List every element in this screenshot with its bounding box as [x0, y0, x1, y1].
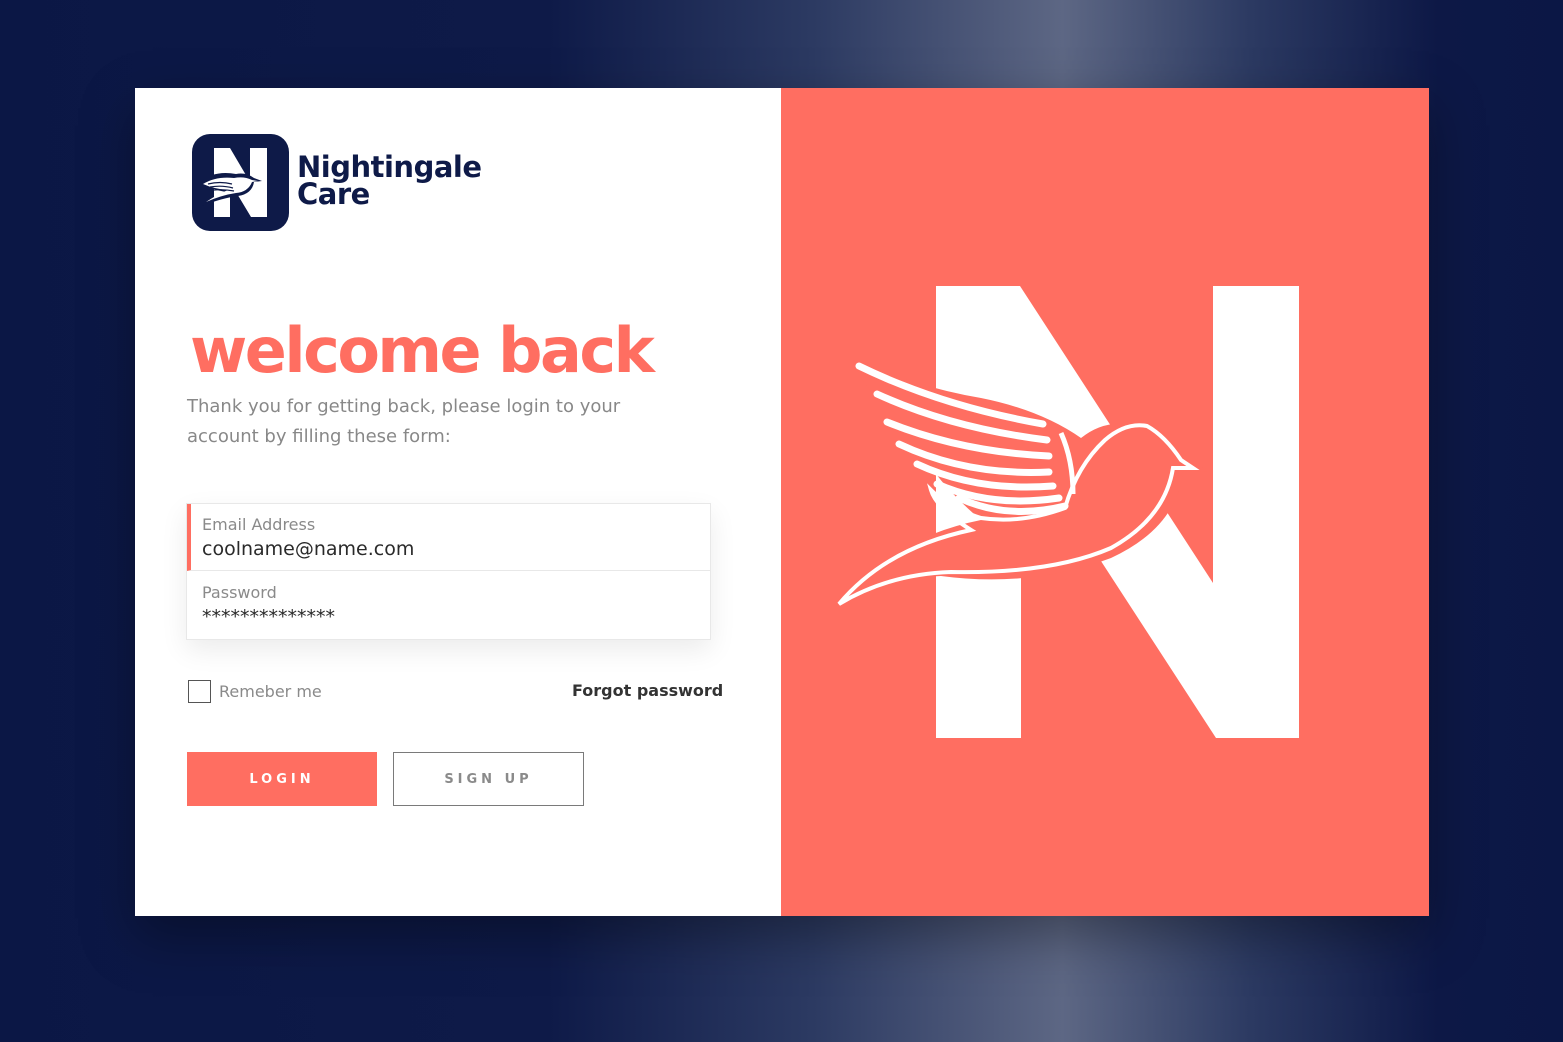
remember-me-label: Remeber me — [219, 682, 322, 701]
password-label: Password — [202, 583, 277, 602]
email-input[interactable]: coolname@name.com — [202, 538, 710, 560]
login-button[interactable]: LOGIN — [187, 752, 377, 806]
signup-button[interactable]: SIGN UP — [393, 752, 584, 806]
forgot-password-link[interactable]: Forgot password — [572, 681, 723, 700]
nightingale-logo-icon — [192, 134, 289, 231]
login-form: Email Address coolname@name.com Password… — [186, 503, 711, 640]
login-panel: Nightingale Care welcome back Thank you … — [135, 88, 781, 916]
large-n-bird-logo-icon — [833, 286, 1299, 738]
hero-panel — [781, 88, 1429, 916]
page-title: welcome back — [190, 314, 655, 387]
email-field[interactable]: Email Address coolname@name.com — [187, 504, 710, 571]
email-label: Email Address — [202, 515, 316, 534]
remember-me[interactable]: Remeber me — [188, 680, 322, 703]
brand-name-line2: Care — [297, 177, 370, 211]
remember-me-checkbox[interactable] — [188, 680, 211, 703]
brand-name: Nightingale Care — [297, 153, 482, 211]
page-subtitle: Thank you for getting back, please login… — [187, 396, 621, 447]
password-field[interactable]: Password ************** — [187, 572, 710, 639]
login-card: Nightingale Care welcome back Thank you … — [135, 88, 1429, 916]
password-input[interactable]: ************** — [202, 606, 710, 628]
brand-logo: Nightingale Care — [192, 134, 482, 231]
